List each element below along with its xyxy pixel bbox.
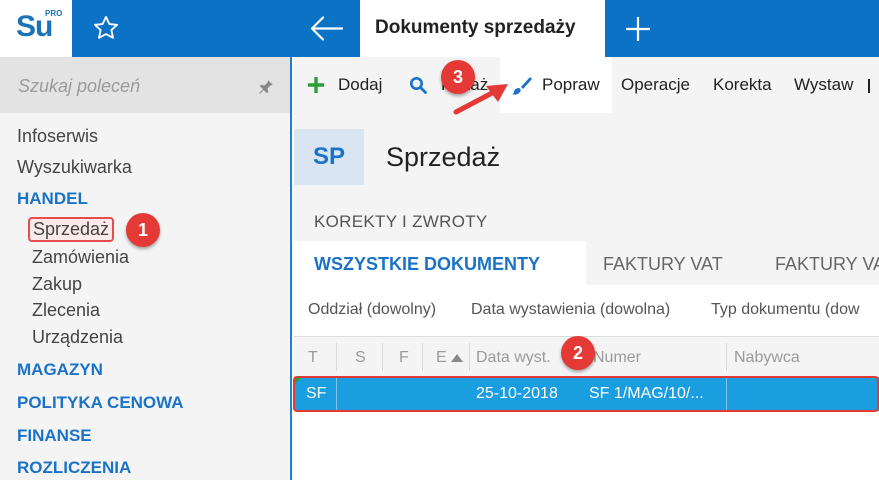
edit-button[interactable]: Popraw — [500, 57, 612, 113]
tab-wszystkie-dokumenty[interactable]: WSZYSTKIE DOKUMENTY — [294, 241, 586, 285]
col-e[interactable]: E — [436, 349, 447, 367]
logo-sup: PRO — [45, 9, 63, 18]
pin-icon[interactable] — [257, 78, 275, 96]
search-icon[interactable] — [409, 76, 427, 94]
group-link-korekty[interactable]: KOREKTY I ZWROTY — [314, 212, 488, 232]
app-logo[interactable]: Su PRO — [0, 0, 72, 57]
toolbar: Dodaj Pokaż Popraw Operacje Korekta Wyst… — [294, 57, 879, 113]
issue-button[interactable]: Wystaw — [794, 75, 853, 95]
col-data-wyst[interactable]: Data wyst. — [476, 349, 551, 367]
col-nabywca[interactable]: Nabywca — [734, 349, 800, 367]
module-badge: SP — [294, 129, 364, 185]
command-search-input[interactable]: Szukaj poleceń — [18, 76, 140, 97]
filter-typ-dokumentu[interactable]: Typ dokumentu (dow — [711, 301, 860, 319]
operations-menu[interactable]: Operacje — [621, 75, 690, 95]
sidebar-section-polityka-cenowa[interactable]: POLITYKA CENOWA — [17, 393, 184, 413]
new-tab-plus-icon[interactable] — [622, 13, 654, 45]
step-3-arrow-icon — [453, 84, 508, 115]
command-search[interactable]: Szukaj poleceń — [0, 57, 290, 113]
col-separator — [422, 343, 423, 371]
top-bar: Dokumenty sprzedaży — [292, 0, 879, 57]
col-f[interactable]: F — [399, 349, 409, 367]
filters-bar: Oddział (dowolny) Data wystawienia (dowo… — [294, 285, 879, 337]
sidebar-item-infoserwis[interactable]: Infoserwis — [17, 126, 98, 147]
filter-oddzial[interactable]: Oddział (dowolny) — [308, 301, 436, 319]
col-separator — [469, 343, 470, 371]
sidebar-item-urzadzenia[interactable]: Urządzenia — [32, 327, 123, 348]
add-button[interactable]: Dodaj — [338, 75, 382, 95]
page-title: Sprzedaż — [386, 142, 501, 172]
overflow-cutoff — [868, 79, 870, 93]
tab-faktury-va[interactable]: FAKTURY VA — [775, 254, 879, 275]
step-1-badge: 1 — [126, 213, 160, 247]
col-separator — [382, 343, 383, 371]
col-separator — [336, 343, 337, 371]
sidebar-item-wyszukiwarka[interactable]: Wyszukiwarka — [17, 157, 132, 178]
sidebar: Szukaj poleceń Infoserwis Wyszukiwarka H… — [0, 57, 292, 480]
sidebar-item-zamowienia[interactable]: Zamówienia — [32, 247, 129, 268]
sidebar-section-handel[interactable]: HANDEL — [17, 189, 88, 209]
tab-faktury-vat[interactable]: FAKTURY VAT — [603, 254, 723, 275]
sidebar-item-zakup[interactable]: Zakup — [32, 274, 82, 295]
correction-button[interactable]: Korekta — [713, 75, 772, 95]
view-tabs: WSZYSTKIE DOKUMENTY FAKTURY VAT FAKTURY … — [294, 241, 879, 285]
tab-label: WSZYSTKIE DOKUMENTY — [314, 254, 541, 274]
favorites-bar — [72, 0, 292, 57]
tab-label: Dokumenty sprzedaży — [375, 17, 576, 38]
sort-asc-icon — [451, 354, 463, 362]
edit-button-label: Popraw — [542, 75, 600, 94]
highlight-row — [293, 376, 879, 412]
sidebar-section-rozliczenia[interactable]: ROZLICZENIA — [17, 458, 131, 478]
sidebar-item-zlecenia[interactable]: Zlecenia — [32, 300, 100, 321]
col-separator — [726, 343, 727, 371]
grid-empty-area — [294, 411, 879, 480]
sidebar-item-sprzedaz[interactable]: Sprzedaż — [28, 217, 115, 242]
back-arrow-icon[interactable] — [292, 0, 360, 57]
add-plus-icon[interactable] — [307, 76, 325, 94]
main-panel: SP Sprzedaż KOREKTY I ZWROTY WSZYSTKIE D… — [294, 113, 879, 480]
step-2-badge: 2 — [561, 336, 595, 370]
filter-data-wystawienia[interactable]: Data wystawienia (dowolna) — [471, 301, 670, 319]
sidebar-section-finanse[interactable]: FINANSE — [17, 426, 92, 446]
col-numer[interactable]: Numer — [593, 349, 641, 367]
tab-dokumenty-sprzedazy[interactable]: Dokumenty sprzedaży — [360, 0, 605, 57]
col-s[interactable]: S — [355, 349, 366, 367]
star-icon[interactable] — [92, 14, 120, 42]
sidebar-section-magazyn[interactable]: MAGAZYN — [17, 360, 103, 380]
col-t[interactable]: T — [308, 349, 318, 367]
